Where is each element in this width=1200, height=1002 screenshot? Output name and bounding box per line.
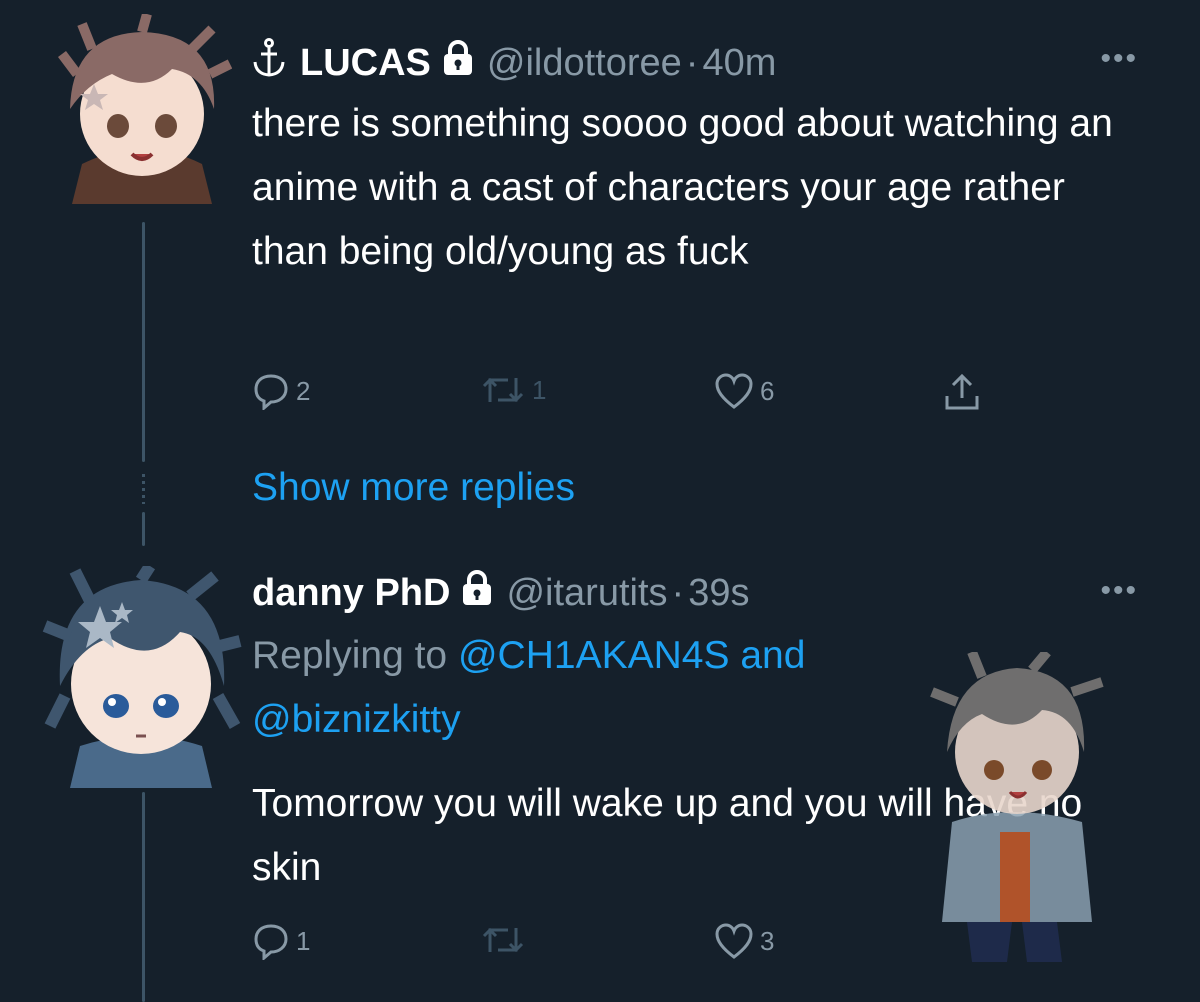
tweet-header: danny PhD @itarutits · 39s bbox=[252, 570, 749, 616]
timestamp[interactable]: 39s bbox=[688, 572, 749, 615]
like-count: 3 bbox=[760, 925, 775, 956]
separator: · bbox=[685, 41, 699, 84]
retweet-icon bbox=[480, 922, 526, 958]
thread-line bbox=[142, 512, 145, 546]
handle[interactable]: @ildottoree bbox=[487, 42, 682, 85]
replying-and: and bbox=[740, 634, 806, 677]
mention-link[interactable]: @biznizkitty bbox=[252, 698, 461, 741]
mention-link[interactable]: @CH1AKAN4S bbox=[458, 634, 730, 677]
tweet-text: there is something soooo good about watc… bbox=[252, 102, 1113, 273]
sticker-image bbox=[912, 648, 1112, 982]
replying-prefix: Replying to bbox=[252, 634, 448, 677]
share-icon bbox=[942, 372, 982, 412]
retweet-count: 1 bbox=[532, 374, 547, 405]
thread-line bbox=[142, 792, 145, 1002]
lock-icon bbox=[460, 570, 494, 616]
avatar[interactable] bbox=[52, 14, 232, 204]
anchor-icon bbox=[252, 38, 286, 88]
tweet-actions: 2 1 6 bbox=[252, 372, 1012, 416]
thread-line bbox=[142, 222, 145, 462]
retweet-button[interactable] bbox=[480, 922, 526, 958]
like-count: 6 bbox=[760, 375, 775, 406]
separator: · bbox=[671, 571, 685, 614]
more-icon[interactable]: ••• bbox=[1100, 42, 1138, 76]
retweet-button[interactable]: 1 bbox=[480, 372, 546, 408]
retweet-icon bbox=[480, 372, 526, 408]
reply-icon bbox=[252, 372, 290, 410]
lock-icon bbox=[441, 40, 475, 86]
thread-gap-dots bbox=[142, 474, 145, 504]
display-name[interactable]: danny PhD bbox=[252, 572, 450, 615]
like-button[interactable]: 6 bbox=[714, 372, 774, 410]
show-more-replies-link[interactable]: Show more replies bbox=[252, 466, 575, 510]
reply-icon bbox=[252, 922, 290, 960]
reply-count: 1 bbox=[296, 925, 311, 956]
like-icon bbox=[714, 922, 754, 960]
tweet-header: LUCAS @ildottoree · 40m bbox=[252, 38, 776, 88]
tweet-actions: 1 3 bbox=[252, 922, 812, 966]
timestamp[interactable]: 40m bbox=[702, 42, 776, 85]
share-button[interactable] bbox=[942, 372, 982, 412]
like-button[interactable]: 3 bbox=[714, 922, 774, 960]
handle[interactable]: @itarutits bbox=[506, 572, 667, 615]
reply-button[interactable]: 2 bbox=[252, 372, 310, 410]
avatar[interactable] bbox=[40, 566, 242, 788]
more-icon[interactable]: ••• bbox=[1100, 574, 1138, 608]
like-icon bbox=[714, 372, 754, 410]
reply-button[interactable]: 1 bbox=[252, 922, 310, 960]
reply-count: 2 bbox=[296, 375, 311, 406]
display-name[interactable]: LUCAS bbox=[300, 42, 431, 85]
